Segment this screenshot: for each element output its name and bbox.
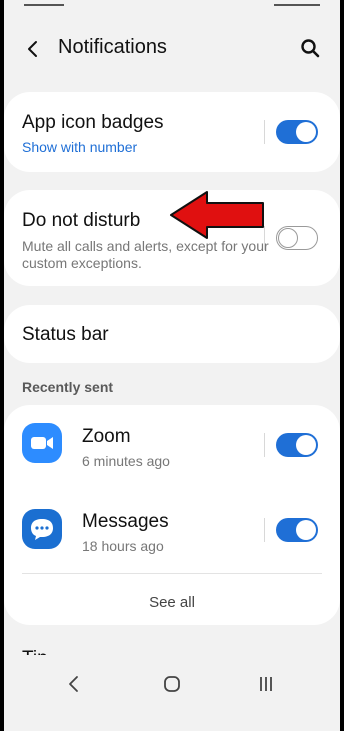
status-right-icons — [274, 0, 320, 6]
notifications-screen: Notifications App icon badges Show with … — [4, 0, 340, 731]
recently-sent-header: Recently sent — [22, 379, 114, 395]
vertical-divider — [264, 518, 265, 542]
nav-back-icon[interactable] — [59, 669, 89, 699]
do-not-disturb-title: Do not disturb — [22, 210, 141, 231]
do-not-disturb-toggle[interactable] — [276, 226, 318, 250]
status-bar-card[interactable]: Status bar — [4, 305, 340, 363]
app-icon-badges-title: App icon badges — [22, 112, 164, 133]
app-last-sent-time: 6 minutes ago — [82, 453, 170, 469]
see-all-button[interactable]: See all — [4, 594, 340, 611]
recently-sent-card: Zoom 6 minutes ago Messages 18 hours ago — [4, 405, 340, 625]
toggle-knob — [296, 435, 316, 455]
app-last-sent-time: 18 hours ago — [82, 538, 164, 554]
messages-bubble-icon — [22, 509, 62, 549]
toggle-knob — [296, 122, 316, 142]
vertical-divider — [264, 120, 265, 144]
app-icon-badges-subtitle: Show with number — [22, 139, 138, 155]
search-icon[interactable] — [298, 36, 322, 60]
zoom-camera-icon — [22, 423, 62, 463]
nav-recents-icon[interactable] — [251, 669, 281, 699]
red-annotation-arrow-icon — [169, 190, 269, 240]
vertical-divider — [264, 433, 265, 457]
back-arrow-icon[interactable] — [22, 38, 44, 60]
status-bar-strip — [4, 0, 340, 8]
status-left-icons — [24, 0, 64, 6]
nav-home-icon[interactable] — [157, 669, 187, 699]
status-bar-title: Status bar — [22, 324, 109, 345]
zoom-notifications-toggle[interactable] — [276, 433, 318, 457]
app-icon-badges-toggle[interactable] — [276, 120, 318, 144]
messages-notifications-toggle[interactable] — [276, 518, 318, 542]
toggle-knob — [296, 520, 316, 540]
list-divider — [22, 573, 322, 574]
toggle-knob — [278, 228, 298, 248]
app-icon-badges-card[interactable]: App icon badges Show with number — [4, 92, 340, 172]
system-navigation-bar — [4, 655, 340, 731]
app-bar: Notifications — [4, 20, 340, 76]
do-not-disturb-description: Mute all calls and alerts, except for yo… — [22, 238, 269, 271]
page-title: Notifications — [58, 36, 167, 58]
app-name: Zoom — [82, 426, 131, 447]
app-name: Messages — [82, 511, 169, 532]
